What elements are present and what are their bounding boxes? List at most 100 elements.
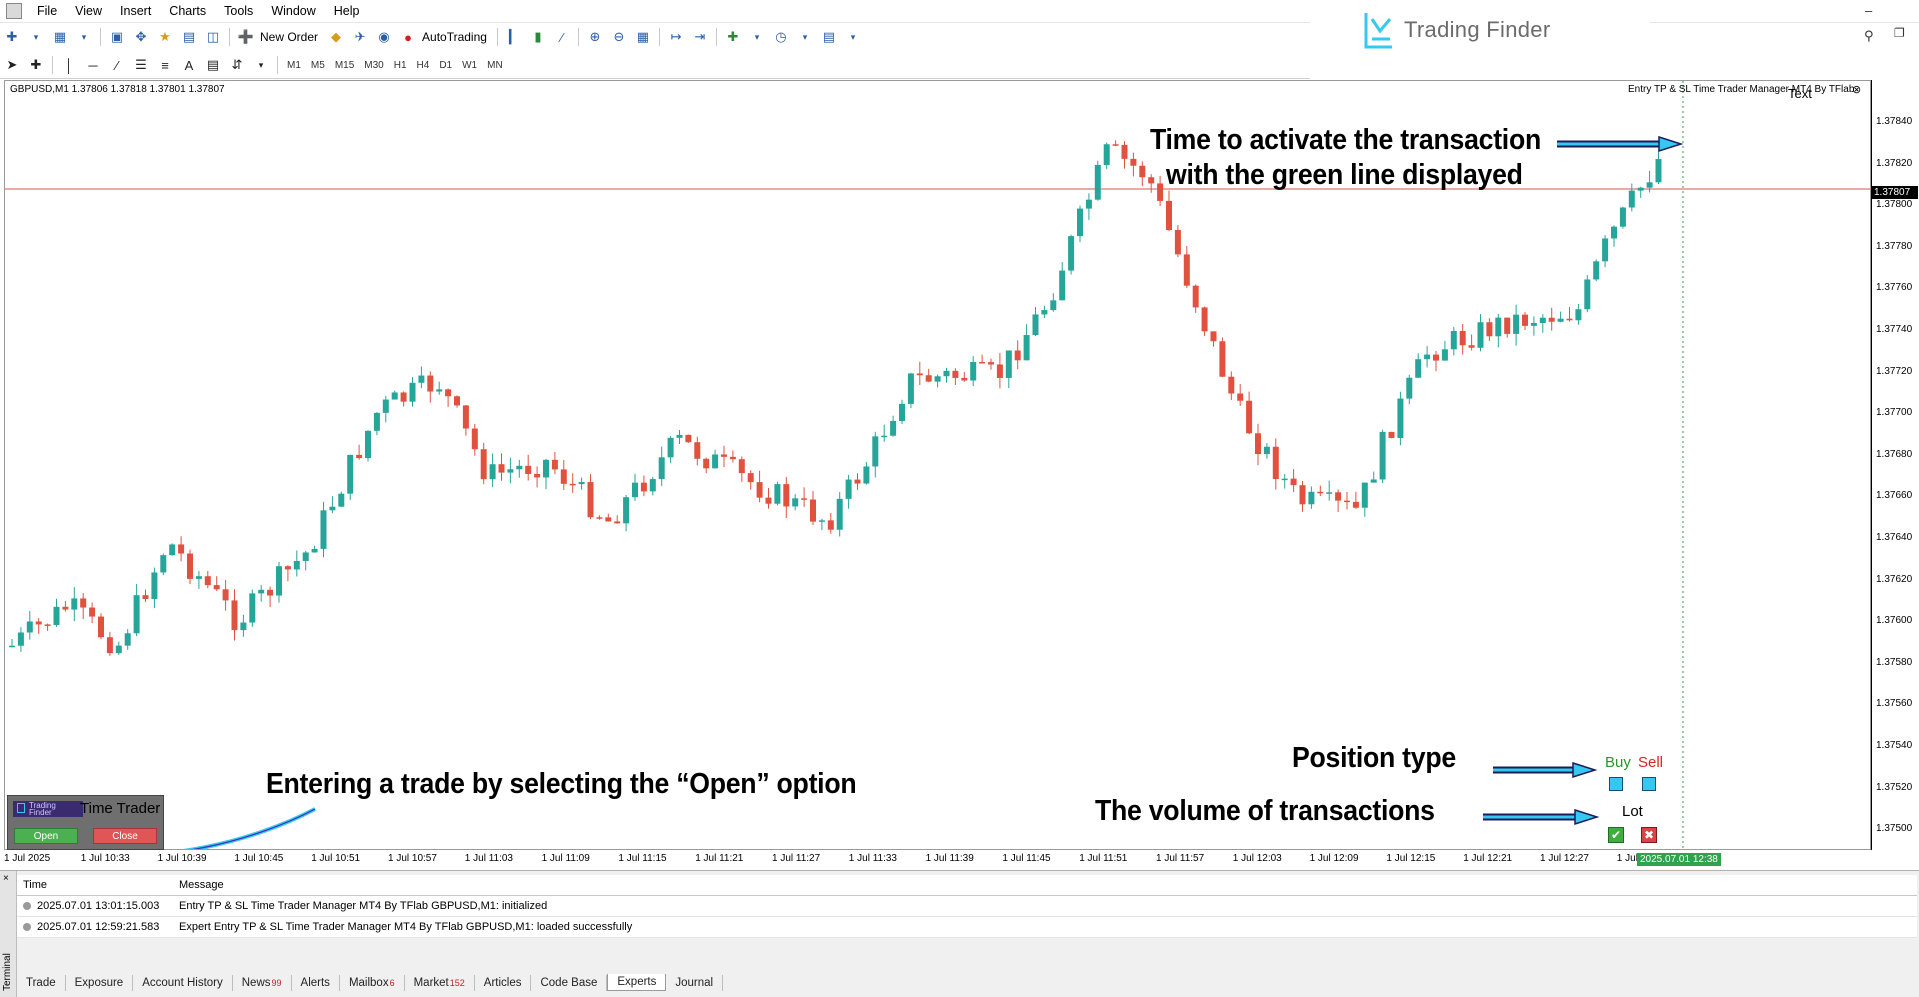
candle-body — [1495, 317, 1502, 337]
tab-market[interactable]: Market152 — [405, 975, 475, 991]
menu-file[interactable]: File — [28, 0, 66, 22]
timeframe-d1[interactable]: D1 — [435, 58, 456, 73]
column-time[interactable]: Time — [17, 879, 175, 891]
timeframe-m5[interactable]: M5 — [307, 58, 329, 73]
periods-icon[interactable]: ◷ — [771, 27, 791, 47]
new-chart-icon[interactable]: ✚ — [2, 27, 22, 47]
candle-body — [338, 493, 345, 507]
menu-charts[interactable]: Charts — [160, 0, 215, 22]
trendline-icon[interactable]: ∕ — [107, 55, 127, 75]
periods-dropdown-icon[interactable]: ▾ — [795, 27, 815, 47]
candle-body — [178, 544, 185, 554]
search-icon[interactable]: ⚲ — [1864, 28, 1874, 44]
candle-body — [1174, 230, 1181, 255]
profiles-icon[interactable]: ▦ — [50, 27, 70, 47]
crosshair-icon[interactable]: ✚ — [26, 55, 46, 75]
metaeditor-icon[interactable]: ◆ — [326, 27, 346, 47]
navigator-icon[interactable]: ★ — [155, 27, 175, 47]
timeframe-w1[interactable]: W1 — [458, 58, 481, 73]
channel-icon[interactable]: ☰ — [131, 55, 151, 75]
tab-account-history[interactable]: Account History — [133, 975, 233, 991]
cursor-icon[interactable]: ➤ — [2, 55, 22, 75]
menu-window[interactable]: Window — [262, 0, 324, 22]
menu-view[interactable]: View — [66, 0, 111, 22]
time-tick-label: 1 Jul 10:51 — [311, 853, 361, 864]
templates-icon[interactable]: ▤ — [819, 27, 839, 47]
line-chart-icon[interactable]: ∕ — [552, 27, 572, 47]
tab-alerts[interactable]: Alerts — [292, 975, 340, 991]
candle-body — [106, 637, 113, 654]
minimize-icon[interactable]: – — [1865, 3, 1872, 18]
ea-close-icon[interactable]: ⊗ — [1852, 83, 1861, 96]
auto-scroll-icon[interactable]: ↦ — [666, 27, 686, 47]
brand-name: Trading Finder — [1404, 17, 1551, 42]
tab-journal[interactable]: Journal — [666, 975, 724, 991]
price-tick-label: 1.37820 — [1876, 157, 1913, 169]
tab-code-base[interactable]: Code Base — [531, 975, 608, 991]
timeframe-h1[interactable]: H1 — [390, 58, 411, 73]
indicators-icon[interactable]: ✚ — [723, 27, 743, 47]
market-watch-icon[interactable]: ▣ — [107, 27, 127, 47]
open-button[interactable]: Open — [14, 828, 78, 844]
candle-body — [1513, 314, 1520, 334]
tab-news[interactable]: News99 — [233, 975, 292, 991]
terminal-close-icon[interactable]: × — [3, 873, 9, 884]
tab-articles[interactable]: Articles — [475, 975, 532, 991]
tab-experts[interactable]: Experts — [607, 974, 667, 991]
candle-body — [1575, 309, 1582, 321]
tab-exposure[interactable]: Exposure — [66, 975, 134, 991]
menu-help[interactable]: Help — [325, 0, 369, 22]
timeframe-m1[interactable]: M1 — [283, 58, 305, 73]
candle-body — [1103, 144, 1110, 166]
terminal-side-bar[interactable]: × Terminal — [0, 871, 17, 997]
timeframe-m15[interactable]: M15 — [331, 58, 358, 73]
bar-chart-icon[interactable]: ▎ — [504, 27, 524, 47]
menu-insert[interactable]: Insert — [111, 0, 160, 22]
brand-logo: Trading Finder — [1310, 2, 1650, 58]
confirm-check-icon[interactable]: ✔ — [1608, 827, 1624, 843]
arrows-icon[interactable]: ⇵ — [227, 55, 247, 75]
vertical-line-icon[interactable]: │ — [59, 55, 79, 75]
table-row[interactable]: 2025.07.01 12:59:21.583 Expert Entry TP … — [17, 917, 1917, 938]
fibonacci-icon[interactable]: ≡ — [155, 55, 175, 75]
tab-trade[interactable]: Trade — [17, 975, 66, 991]
sell-checkbox[interactable] — [1642, 777, 1656, 791]
market-icon[interactable]: ✈ — [350, 27, 370, 47]
text-icon[interactable]: A — [179, 55, 199, 75]
restore-icon[interactable]: ❐ — [1894, 26, 1905, 40]
horizontal-line-icon[interactable]: ─ — [83, 55, 103, 75]
signals-icon[interactable]: ◉ — [374, 27, 394, 47]
tab-mailbox[interactable]: Mailbox6 — [340, 975, 405, 991]
price-chart[interactable] — [4, 80, 1871, 850]
data-window-icon[interactable]: ✥ — [131, 27, 151, 47]
candle-body — [872, 436, 879, 467]
strategy-tester-icon[interactable]: ◫ — [203, 27, 223, 47]
tile-windows-icon[interactable]: ▦ — [633, 27, 653, 47]
timeframe-mn[interactable]: MN — [483, 58, 507, 73]
panel-title: Time Trader — [80, 800, 161, 817]
cancel-x-icon[interactable]: ✖ — [1641, 827, 1657, 843]
buy-checkbox[interactable] — [1609, 777, 1623, 791]
chart-dropdown-icon[interactable]: ▾ — [26, 27, 46, 47]
templates-dropdown-icon[interactable]: ▾ — [843, 27, 863, 47]
close-button[interactable]: Close — [93, 828, 157, 844]
new-order-button[interactable]: New Order — [260, 30, 318, 44]
candlestick-icon[interactable]: ▮ — [528, 27, 548, 47]
profiles-dropdown-icon[interactable]: ▾ — [74, 27, 94, 47]
autotrading-icon[interactable]: ● — [398, 27, 418, 47]
new-order-icon[interactable]: ➕ — [236, 27, 256, 47]
table-row[interactable]: 2025.07.01 13:01:15.003 Entry TP & SL Ti… — [17, 896, 1917, 917]
label-icon[interactable]: ▤ — [203, 55, 223, 75]
menu-tools[interactable]: Tools — [215, 0, 262, 22]
timeframe-m30[interactable]: M30 — [360, 58, 387, 73]
arrows-dropdown-icon[interactable]: ▾ — [251, 55, 271, 75]
zoom-in-icon[interactable]: ⊕ — [585, 27, 605, 47]
autotrading-button[interactable]: AutoTrading — [422, 30, 487, 44]
zoom-out-icon[interactable]: ⊖ — [609, 27, 629, 47]
candle-body — [925, 375, 932, 382]
column-message[interactable]: Message — [175, 879, 224, 891]
chart-shift-icon[interactable]: ⇥ — [690, 27, 710, 47]
timeframe-h4[interactable]: H4 — [413, 58, 434, 73]
indicators-dropdown-icon[interactable]: ▾ — [747, 27, 767, 47]
terminal-icon[interactable]: ▤ — [179, 27, 199, 47]
